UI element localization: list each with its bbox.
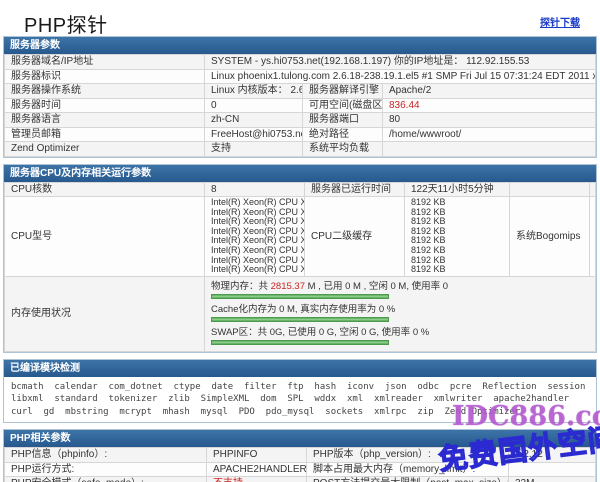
bogomips-label: 系统Bogomips bbox=[510, 197, 590, 277]
server-ident-value: Linux phoenix1.tulong.com 2.6.18-238.19.… bbox=[205, 69, 596, 84]
load-avg-value bbox=[383, 142, 596, 157]
server-lang-value: zh-CN bbox=[205, 113, 303, 128]
swap-bar bbox=[211, 340, 389, 345]
cpu-model-lines: Intel(R) Xeon(R) CPU X3440 @ 2.53GHzInte… bbox=[205, 197, 305, 277]
table-row: 服务器时间 0 可用空间(磁盘区) 836.44 bbox=[5, 98, 596, 113]
physical-memory-total: 2815.37 bbox=[271, 281, 305, 292]
phpinfo-label: PHP信息（phpinfo）: bbox=[5, 448, 207, 463]
server-lang-label: 服务器语言 bbox=[5, 113, 205, 128]
table-row: PHP信息（phpinfo）: PHPINFO PHP版本（php_versio… bbox=[5, 448, 596, 463]
swap-line: SWAP区：共 0G, 已使用 0 G, 空闲 0 G, 使用率 0 % bbox=[211, 326, 589, 339]
server-os-value: Linux 内核版本： 2.6.18-238.19.1.el5 bbox=[205, 84, 303, 99]
server-disk-value: 836.44 bbox=[383, 98, 596, 113]
memory-limit-label: 脚本占用最大内存（memory_limit）: bbox=[307, 462, 509, 477]
php-version-value: 5.2.12 bbox=[509, 448, 596, 463]
table-row: 内存使用状况 物理内存：共 2815.37 M , 已用 0 M , 空闲 0 … bbox=[5, 276, 596, 351]
phpinfo-value[interactable]: PHPINFO bbox=[207, 448, 307, 463]
table-row: PHP安全模式（safe_mode）: 不支持 POST方法提交最大限制（pos… bbox=[5, 477, 596, 482]
server-os-label: 服务器操作系统 bbox=[5, 84, 205, 99]
page-title: PHP探针 bbox=[24, 9, 108, 38]
cache-memory-bar bbox=[211, 317, 389, 322]
safe-mode-label: PHP安全模式（safe_mode）: bbox=[5, 477, 207, 482]
server-time-label: 服务器时间 bbox=[5, 98, 205, 113]
php-params-section: PHP相关参数 PHP信息（phpinfo）: PHPINFO PHP版本（ph… bbox=[3, 429, 597, 482]
table-row: CPU型号 Intel(R) Xeon(R) CPU X3440 @ 2.53G… bbox=[5, 197, 596, 277]
cpu-cache-label: CPU二级缓存 bbox=[305, 197, 405, 277]
cpu-model-label: CPU型号 bbox=[5, 197, 205, 277]
cpu-memory-section: 服务器CPU及内存相关运行参数 CPU核数 8 服务器已运行时间 122天11小… bbox=[3, 164, 597, 353]
table-row: 服务器操作系统 Linux 内核版本： 2.6.18-238.19.1.el5 … bbox=[5, 84, 596, 99]
safe-mode-value: 不支持 bbox=[207, 477, 307, 482]
php-params-header: PHP相关参数 bbox=[4, 430, 596, 447]
content: 服务器参数 服务器域名/IP地址 SYSTEM - ys.hi0753.net(… bbox=[0, 36, 600, 482]
cpu-cache-lines: 8192 KB8192 KB8192 KB8192 KB8192 KB8192 … bbox=[405, 197, 510, 277]
server-domain-label: 服务器域名/IP地址 bbox=[5, 55, 205, 70]
php-sapi-value: APACHE2HANDLER bbox=[207, 462, 307, 477]
physical-memory-line: 物理内存：共 2815.37 M , 已用 0 M , 空闲 0 M, 使用率 … bbox=[211, 280, 589, 293]
physical-memory-bar bbox=[211, 294, 389, 299]
abs-path-label: 绝对路径 bbox=[303, 127, 383, 142]
empty-cell bbox=[510, 182, 590, 197]
server-time-value: 0 bbox=[205, 98, 303, 113]
zend-optimizer-value: 支持 bbox=[205, 142, 303, 157]
server-port-value: 80 bbox=[383, 113, 596, 128]
load-avg-label: 系统平均负载 bbox=[303, 142, 383, 157]
admin-email-value: FreeHost@hi0753.net bbox=[205, 127, 303, 142]
modules-section: 已编译模块检测 bcmath calendar com_dotnet ctype… bbox=[3, 359, 597, 424]
uptime-label: 服务器已运行时间 bbox=[305, 182, 405, 197]
modules-list: bcmath calendar com_dotnet ctype date fi… bbox=[4, 377, 596, 423]
server-domain-value: SYSTEM - ys.hi0753.net(192.168.1.197) 你的… bbox=[205, 55, 596, 70]
cpu-memory-header: 服务器CPU及内存相关运行参数 bbox=[4, 165, 596, 182]
table-row: 服务器语言 zh-CN 服务器端口 80 bbox=[5, 113, 596, 128]
cpu-memory-table: CPU核数 8 服务器已运行时间 122天11小时5分钟 CPU型号 Intel… bbox=[4, 182, 596, 352]
table-row: PHP运行方式: APACHE2HANDLER 脚本占用最大内存（memory_… bbox=[5, 462, 596, 477]
post-max-size-label: POST方法提交最大限制（post_max_size）: bbox=[307, 477, 509, 482]
server-params-table: 服务器域名/IP地址 SYSTEM - ys.hi0753.net(192.16… bbox=[4, 54, 596, 157]
cpu-cores-label: CPU核数 bbox=[5, 182, 205, 197]
php-version-label: PHP版本（php_version）: bbox=[307, 448, 509, 463]
server-params-header: 服务器参数 bbox=[4, 37, 596, 54]
table-row: 服务器标识 Linux phoenix1.tulong.com 2.6.18-2… bbox=[5, 69, 596, 84]
table-row: CPU核数 8 服务器已运行时间 122天11小时5分钟 bbox=[5, 182, 596, 197]
modules-header: 已编译模块检测 bbox=[4, 360, 596, 377]
server-disk-label: 可用空间(磁盘区) bbox=[303, 98, 383, 113]
server-engine-value: Apache/2 bbox=[383, 84, 596, 99]
memory-limit-value bbox=[509, 462, 596, 477]
php-sapi-label: PHP运行方式: bbox=[5, 462, 207, 477]
server-engine-label: 服务器解译引擎 bbox=[303, 84, 383, 99]
server-port-label: 服务器端口 bbox=[303, 113, 383, 128]
probe-download-link[interactable]: 探针下载 bbox=[540, 14, 580, 29]
cache-memory-line: Cache化内存为 0 M, 真实内存使用率为 0 % bbox=[211, 303, 589, 316]
zend-optimizer-label: Zend Optimizer bbox=[5, 142, 205, 157]
uptime-value: 122天11小时5分钟 bbox=[405, 182, 510, 197]
empty-cell bbox=[590, 182, 596, 197]
table-row: 服务器域名/IP地址 SYSTEM - ys.hi0753.net(192.16… bbox=[5, 55, 596, 70]
php-params-table: PHP信息（phpinfo）: PHPINFO PHP版本（php_versio… bbox=[4, 447, 596, 482]
top-bar: PHP探针 探针下载 bbox=[0, 0, 600, 36]
cpu-cores-value: 8 bbox=[205, 182, 305, 197]
table-row: 管理员邮箱 FreeHost@hi0753.net 绝对路径 /home/www… bbox=[5, 127, 596, 142]
abs-path-value: /home/wwwroot/ bbox=[383, 127, 596, 142]
empty-cell bbox=[590, 197, 596, 277]
memory-usage-cell: 物理内存：共 2815.37 M , 已用 0 M , 空闲 0 M, 使用率 … bbox=[205, 276, 596, 351]
server-ident-label: 服务器标识 bbox=[5, 69, 205, 84]
memory-usage-label: 内存使用状况 bbox=[5, 276, 205, 351]
server-params-section: 服务器参数 服务器域名/IP地址 SYSTEM - ys.hi0753.net(… bbox=[3, 36, 597, 158]
table-row: Zend Optimizer 支持 系统平均负载 bbox=[5, 142, 596, 157]
post-max-size-value: 32M bbox=[509, 477, 596, 482]
admin-email-label: 管理员邮箱 bbox=[5, 127, 205, 142]
